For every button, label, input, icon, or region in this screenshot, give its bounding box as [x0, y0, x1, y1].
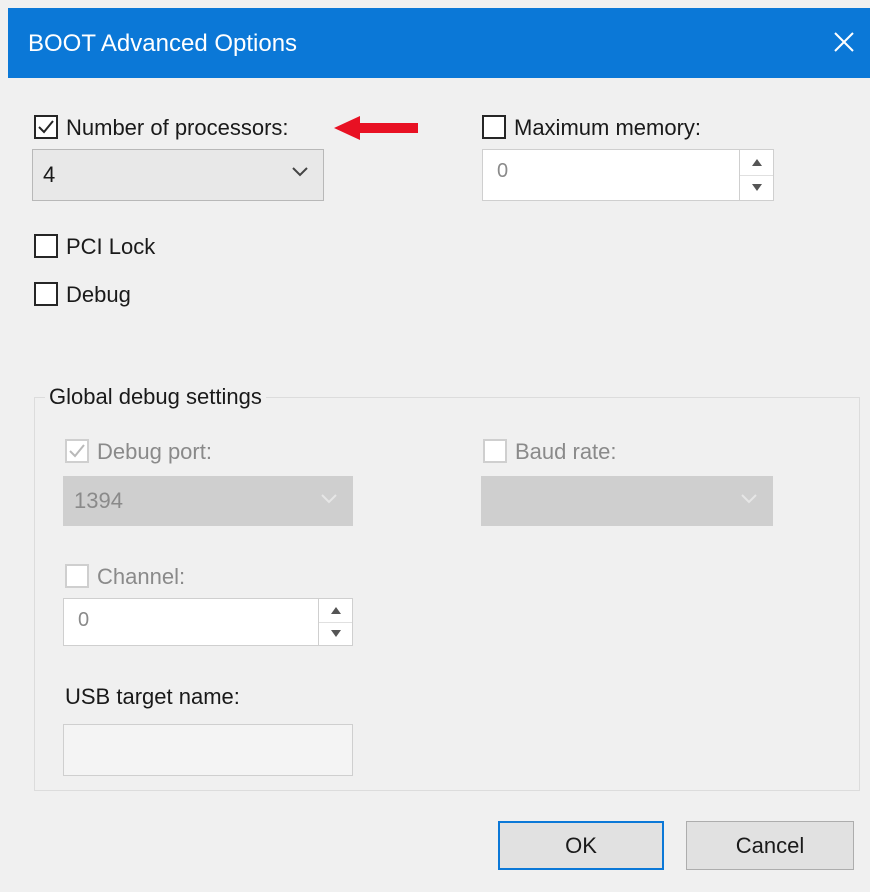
checkmark-icon — [38, 120, 54, 134]
triangle-down-icon — [330, 630, 341, 637]
cancel-button[interactable]: Cancel — [686, 821, 854, 870]
window-title: BOOT Advanced Options — [28, 30, 298, 57]
red-arrow-icon — [334, 116, 418, 140]
debug-port-label: Debug port: — [97, 439, 212, 464]
global-debug-settings-group: Global debug settings Debug port: 1394 B… — [34, 384, 860, 791]
channel-checkbox[interactable] — [65, 564, 89, 588]
group-title: Global debug settings — [45, 384, 266, 410]
debug-label: Debug — [66, 282, 131, 307]
dialog-body: Number of processors: 4 Maximum memory: … — [8, 78, 870, 892]
chevron-down-icon — [321, 494, 337, 504]
close-button[interactable] — [820, 18, 868, 66]
max-memory-value: 0 — [497, 160, 509, 182]
chevron-down-icon — [741, 494, 757, 504]
usb-target-label: USB target name: — [65, 684, 240, 709]
max-memory-spin-arrows — [739, 150, 773, 200]
pci-lock-label: PCI Lock — [66, 234, 156, 259]
max-memory-label: Maximum memory: — [514, 115, 702, 140]
usb-target-input[interactable] — [63, 724, 353, 776]
pci-lock-checkbox[interactable] — [34, 234, 58, 258]
triangle-up-icon — [751, 159, 762, 166]
max-memory-checkbox[interactable] — [482, 115, 506, 139]
baud-rate-checkbox[interactable] — [483, 439, 507, 463]
triangle-down-icon — [751, 184, 762, 191]
num-processors-select[interactable]: 4 — [32, 149, 324, 201]
debug-port-select[interactable]: 1394 — [63, 476, 353, 526]
num-processors-label: Number of processors: — [66, 115, 289, 140]
num-processors-checkbox[interactable] — [34, 115, 58, 139]
num-processors-value: 4 — [43, 162, 56, 187]
debug-port-value: 1394 — [74, 488, 123, 513]
debug-checkbox[interactable] — [34, 282, 58, 306]
spin-up-button[interactable] — [319, 599, 352, 623]
channel-label: Channel: — [97, 564, 186, 589]
chevron-down-icon — [292, 167, 308, 177]
max-memory-spinner[interactable]: 0 — [482, 149, 774, 201]
title-bar: BOOT Advanced Options — [8, 8, 870, 78]
channel-spin-arrows — [318, 599, 352, 645]
channel-value: 0 — [78, 609, 90, 631]
baud-rate-select[interactable] — [481, 476, 773, 526]
debug-port-checkbox[interactable] — [65, 439, 89, 463]
baud-rate-label: Baud rate: — [515, 439, 617, 464]
ok-button[interactable]: OK — [498, 821, 664, 870]
triangle-up-icon — [330, 607, 341, 614]
spin-down-button[interactable] — [319, 622, 352, 645]
checkmark-icon — [69, 444, 85, 458]
spin-down-button[interactable] — [740, 175, 773, 200]
spin-up-button[interactable] — [740, 150, 773, 176]
close-icon — [834, 32, 854, 52]
channel-spinner[interactable]: 0 — [63, 598, 353, 646]
